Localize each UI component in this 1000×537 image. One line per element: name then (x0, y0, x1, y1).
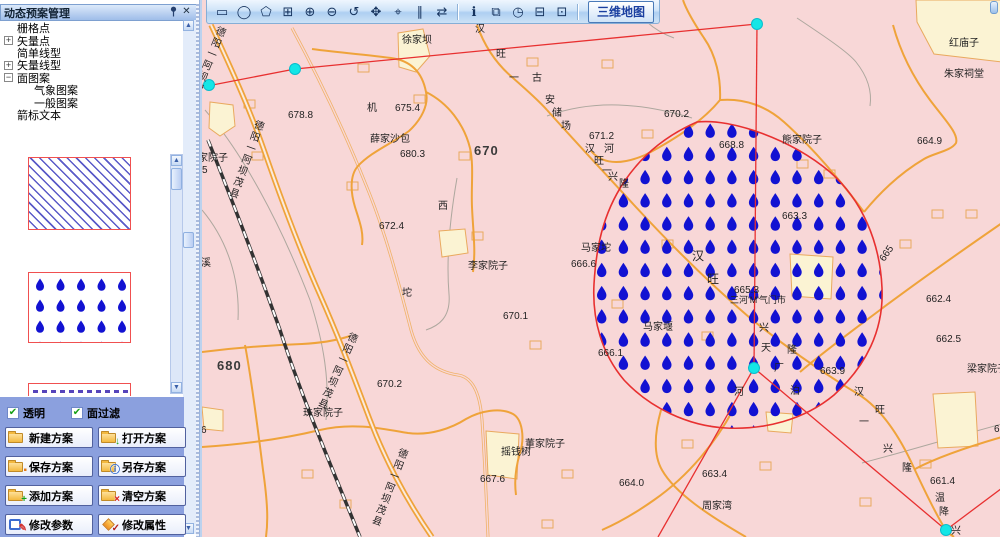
button-修改参数[interactable]: ✎修改参数 (5, 514, 93, 535)
scroll-down-icon[interactable]: ▼ (171, 382, 182, 393)
measure-circle-icon[interactable]: ◯ (234, 2, 254, 21)
checkbox-box[interactable]: ✔ (71, 407, 83, 419)
pattern-swatch-dashes-pattern[interactable] (28, 383, 131, 396)
plan-overlay (202, 19, 1000, 537)
map-canvas[interactable]: 徐家坝红庙子朱家祠堂664.9德阳一阿坝茂县德阳一阿坝茂县德阳一阿坝茂县德阳一阿… (200, 0, 1000, 537)
plan-actions-panel: ✔透明✔面过滤 新建方案↓打开方案▪保存方案ⓘ另存方案+添加方案×清空方案✎修改… (0, 397, 184, 537)
checkbox-label: 面过滤 (87, 405, 120, 421)
checkbox-box[interactable]: ✔ (7, 407, 19, 419)
pin-icon[interactable] (167, 6, 180, 19)
button-label: 保存方案 (29, 459, 73, 475)
control-point[interactable] (204, 80, 215, 91)
print-preview-icon[interactable]: ⊟ (530, 2, 550, 21)
checkbox-label: 透明 (23, 405, 45, 421)
scroll-up-icon[interactable]: ▲ (171, 155, 182, 166)
button-新建方案[interactable]: 新建方案 (5, 427, 93, 448)
measure-area-icon[interactable]: ⬠ (256, 2, 276, 21)
map-3d-button[interactable]: 三维地图 (588, 1, 654, 23)
panel-title-bar: 动态预案管理 ✕ (0, 4, 197, 21)
tree-spacer (4, 24, 13, 33)
button-清空方案[interactable]: ×清空方案 (98, 485, 186, 506)
toolbar-icons: ▭◯⬠⊞⊕⊖↺✥⌖∥⇄ ℹ⧉◷⊟⊡ (212, 2, 582, 21)
pan-icon[interactable]: ✥ (366, 2, 386, 21)
button-label: 修改参数 (29, 517, 73, 533)
grid-icon[interactable]: ⊞ (278, 2, 298, 21)
toolbar-separator (577, 4, 579, 20)
tree-item-气象图案[interactable]: 气象图案 (2, 84, 183, 96)
button-添加方案[interactable]: +添加方案 (5, 485, 93, 506)
button-另存方案[interactable]: ⓘ另存方案 (98, 456, 186, 477)
collapse-icon[interactable]: − (4, 73, 13, 82)
expand-icon[interactable]: + (4, 36, 13, 45)
tree-spacer (4, 48, 13, 57)
tree-spacer (4, 110, 13, 119)
pattern-swatch-diagonal-hatch-pattern[interactable] (28, 157, 131, 230)
scrollbar-thumb[interactable] (171, 168, 182, 190)
button-label: 清空方案 (122, 488, 166, 504)
tree-spacer (21, 98, 30, 107)
button-保存方案[interactable]: ▪保存方案 (5, 456, 93, 477)
zoom-out-icon[interactable]: ⊖ (322, 2, 342, 21)
folder-add-icon: + (8, 488, 26, 503)
button-label: 添加方案 (29, 488, 73, 504)
swap-view-icon[interactable]: ⇄ (432, 2, 452, 21)
layer-tree: 栅格点+矢量点简单线型+矢量线型−面图案气象图案一般图案箭标文本 (2, 22, 183, 150)
previous-view-icon[interactable]: ↺ (344, 2, 364, 21)
folder-clear-icon: × (101, 488, 119, 503)
history-clock-icon[interactable]: ◷ (508, 2, 528, 21)
pause-icon[interactable]: ∥ (410, 2, 430, 21)
pattern-list-scrollbar[interactable]: ▲▼ (170, 154, 183, 394)
button-打开方案[interactable]: ↓打开方案 (98, 427, 186, 448)
info-icon[interactable]: ℹ (464, 2, 484, 21)
edit-props-icon: ✓ (101, 517, 119, 532)
toolbar-separator (457, 4, 459, 20)
plan-red-line (946, 488, 1000, 530)
pattern-list: ▲▼ (2, 151, 183, 396)
zoom-select-icon[interactable]: ⌖ (388, 2, 408, 21)
plan-button-grid: 新建方案↓打开方案▪保存方案ⓘ另存方案+添加方案×清空方案✎修改参数✓修改属性 (5, 427, 184, 535)
tree-item-label: 箭标文本 (16, 107, 61, 123)
tree-item-面图案[interactable]: −面图案 (2, 72, 183, 84)
print-icon[interactable]: ⊡ (552, 2, 572, 21)
building-layer (202, 0, 1000, 479)
edit-params-icon: ✎ (8, 517, 26, 532)
control-point[interactable] (749, 363, 760, 374)
filter-options: ✔ 透明 ✔ 面过滤 (7, 405, 184, 421)
button-label: 修改属性 (122, 517, 166, 533)
button-label: 另存方案 (122, 459, 166, 475)
application-window: 动态预案管理 ✕ 栅格点+矢量点简单线型+矢量线型−面图案气象图案一般图案箭标文… (0, 0, 1000, 537)
tree-spacer (21, 86, 30, 95)
button-修改属性[interactable]: ✓修改属性 (98, 514, 186, 535)
panel-title: 动态预案管理 (4, 5, 167, 21)
map-toolbar: ▭◯⬠⊞⊕⊖↺✥⌖∥⇄ ℹ⧉◷⊟⊡ 三维地图 (206, 0, 660, 24)
zoom-in-icon[interactable]: ⊕ (300, 2, 320, 21)
map-corner-tab[interactable] (990, 1, 998, 14)
checkbox-透明[interactable]: ✔ 透明 (7, 405, 45, 421)
drop-pattern-fill (575, 124, 888, 440)
folder-saveas-icon: ⓘ (101, 459, 119, 474)
scrollbar-thumb[interactable] (183, 232, 194, 248)
measure-distance-icon[interactable]: ▭ (212, 2, 232, 21)
expand-icon[interactable]: + (4, 61, 13, 70)
button-label: 新建方案 (29, 430, 73, 446)
tree-item-箭标文本[interactable]: 箭标文本 (2, 109, 183, 121)
folder-new-icon (8, 430, 26, 445)
map-layers (202, 0, 1000, 537)
export-icon[interactable]: ⧉ (486, 2, 506, 21)
plan-red-line (754, 368, 946, 530)
panel-grip[interactable] (196, 4, 199, 537)
control-point[interactable] (941, 525, 952, 536)
close-icon[interactable]: ✕ (180, 6, 193, 19)
folder-open-icon: ↓ (101, 430, 119, 445)
pattern-swatch-dots-pattern[interactable] (28, 272, 131, 343)
folder-save-icon: ▪ (8, 459, 26, 474)
plan-manager-panel: 动态预案管理 ✕ 栅格点+矢量点简单线型+矢量线型−面图案气象图案一般图案箭标文… (0, 0, 200, 537)
building-outline-layer (244, 58, 977, 528)
control-point[interactable] (290, 64, 301, 75)
control-point[interactable] (752, 19, 763, 30)
scroll-up-icon[interactable]: ▲ (183, 20, 194, 31)
checkbox-面过滤[interactable]: ✔ 面过滤 (71, 405, 120, 421)
button-label: 打开方案 (122, 430, 166, 446)
